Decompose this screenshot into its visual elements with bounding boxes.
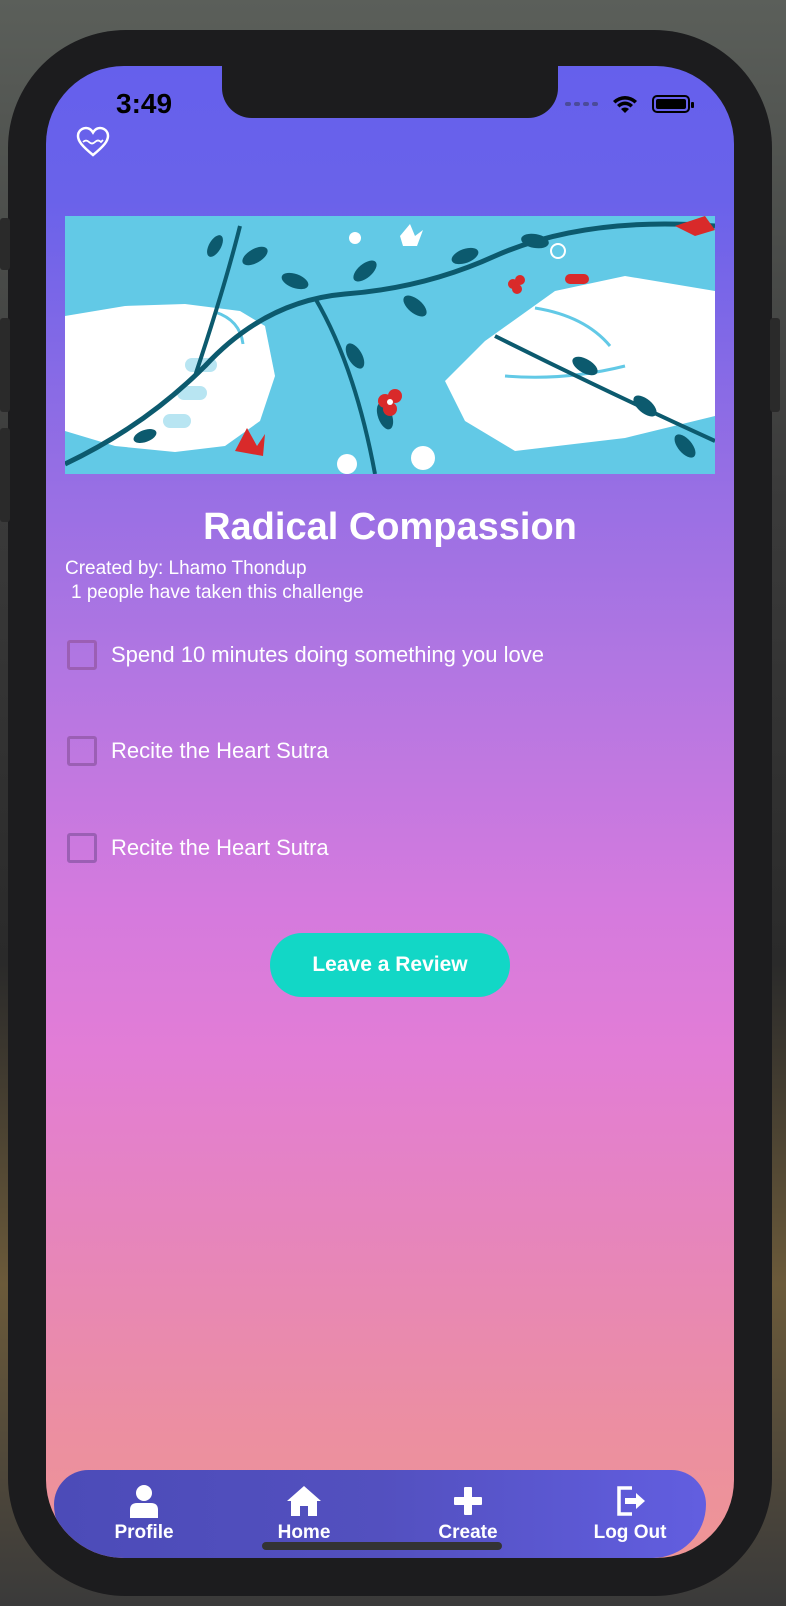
user-icon bbox=[130, 1485, 158, 1518]
task-item[interactable]: Recite the Heart Sutra bbox=[67, 833, 329, 863]
volume-up-button bbox=[0, 318, 10, 412]
task-label: Recite the Heart Sutra bbox=[111, 835, 329, 860]
notch bbox=[222, 66, 558, 118]
battery-icon bbox=[652, 95, 694, 113]
leave-review-button[interactable]: Leave a Review bbox=[270, 933, 510, 997]
power-button bbox=[770, 318, 780, 412]
task-label: Spend 10 minutes doing something you lov… bbox=[111, 642, 544, 667]
cellular-signal-icon bbox=[565, 102, 598, 106]
challenge-meta: Created by: Lhamo Thondup 1 people have … bbox=[65, 557, 364, 605]
task-item[interactable]: Recite the Heart Sutra bbox=[67, 736, 329, 766]
heart-icon bbox=[76, 126, 110, 157]
volume-down-button bbox=[0, 428, 10, 522]
tab-label: Log Out bbox=[593, 1522, 667, 1543]
tab-label: Create bbox=[438, 1522, 498, 1543]
favorite-button[interactable] bbox=[76, 126, 110, 158]
wifi-icon bbox=[613, 96, 637, 113]
tab-home[interactable]: Home bbox=[244, 1484, 364, 1544]
task-item[interactable]: Spend 10 minutes doing something you lov… bbox=[67, 640, 544, 670]
participants-count: 1 people have taken this challenge bbox=[71, 582, 364, 603]
plus-icon bbox=[454, 1487, 482, 1515]
creator-text: Created by: Lhamo Thondup bbox=[65, 558, 307, 579]
app-screen: 3:49 Radical Compassion Created by: Lham… bbox=[46, 66, 734, 1558]
status-icons bbox=[565, 94, 694, 114]
home-icon bbox=[287, 1486, 321, 1516]
home-indicator[interactable] bbox=[262, 1542, 502, 1550]
task-checkbox[interactable] bbox=[67, 736, 97, 766]
tab-label: Home bbox=[277, 1522, 331, 1543]
task-label: Recite the Heart Sutra bbox=[111, 738, 329, 763]
tab-profile[interactable]: Profile bbox=[84, 1484, 204, 1544]
status-time: 3:49 bbox=[116, 88, 173, 119]
mute-switch bbox=[0, 218, 10, 270]
challenge-title: Radical Compassion bbox=[203, 506, 577, 548]
logout-icon bbox=[617, 1486, 645, 1516]
tab-label: Profile bbox=[114, 1522, 174, 1543]
tab-logout[interactable]: Log Out bbox=[570, 1484, 690, 1544]
task-checkbox[interactable] bbox=[67, 833, 97, 863]
task-checkbox[interactable] bbox=[67, 640, 97, 670]
tab-create[interactable]: Create bbox=[408, 1484, 528, 1544]
challenge-banner-image bbox=[65, 216, 715, 474]
